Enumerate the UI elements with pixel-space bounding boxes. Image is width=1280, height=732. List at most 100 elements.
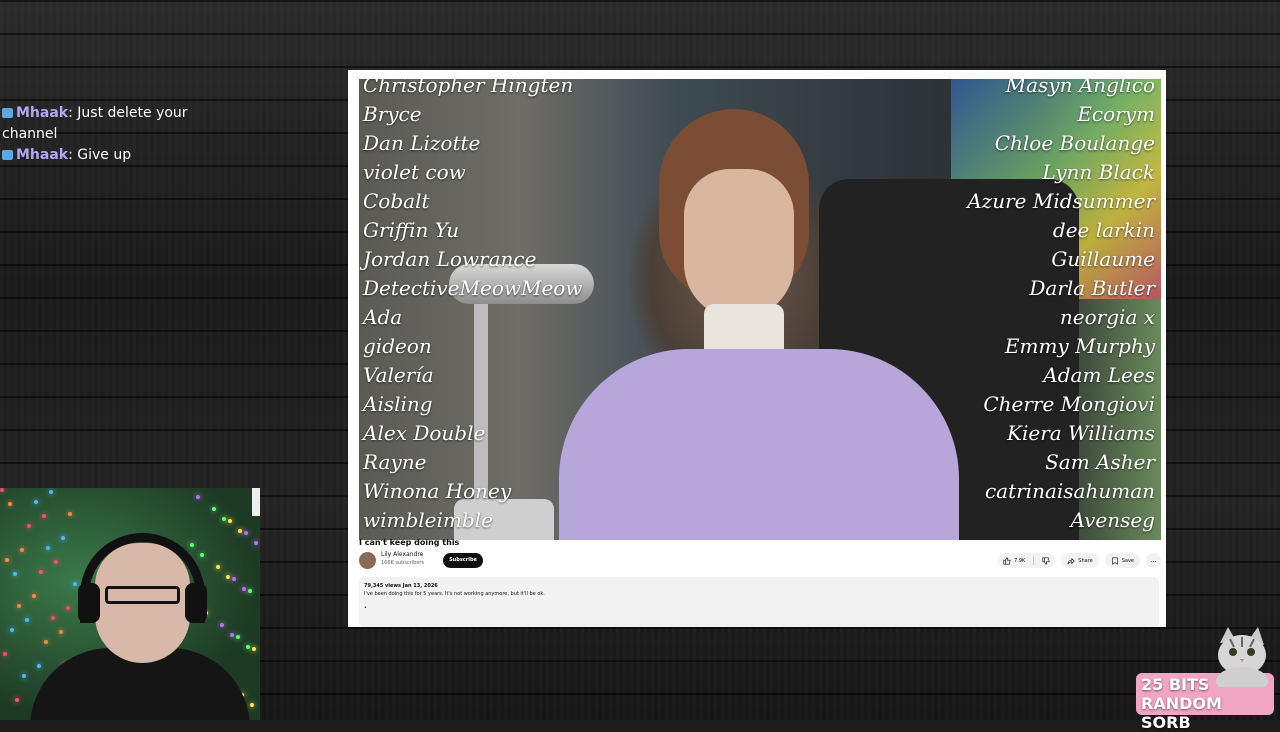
credit-name: Avenseg xyxy=(1070,508,1155,532)
light-bulb xyxy=(5,558,9,562)
divider xyxy=(1033,556,1035,565)
description-bullet: • xyxy=(364,605,367,611)
video-title: I can't keep doing this xyxy=(359,538,460,547)
light-bulb xyxy=(228,519,232,523)
dislike-button[interactable] xyxy=(1037,553,1055,568)
youtube-window: Christopher Hingten Bryce Dan Lizotte vi… xyxy=(348,70,1166,627)
share-icon xyxy=(1067,557,1075,564)
credit-name: Ecorym xyxy=(1077,102,1155,126)
credit-name: violet cow xyxy=(363,160,466,184)
credit-name: Chloe Boulange xyxy=(994,131,1155,155)
light-bulb xyxy=(13,572,17,576)
light-bulb xyxy=(20,548,24,552)
light-bulb xyxy=(22,674,26,678)
light-bulb xyxy=(200,553,204,557)
light-bulb xyxy=(230,633,234,637)
light-bulb xyxy=(242,587,246,591)
credit-name: Adam Lees xyxy=(1043,363,1155,387)
chat-overlay: Mhaak: Just delete your channel Mhaak: G… xyxy=(2,103,242,166)
chat-username: Mhaak xyxy=(16,105,69,121)
bits-username: RANDOM SORB xyxy=(1141,694,1222,732)
credits-left: Christopher Hingten Bryce Dan Lizotte vi… xyxy=(363,79,582,535)
light-bulb xyxy=(25,618,29,622)
credit-name: Kiera Williams xyxy=(1007,421,1155,445)
share-button[interactable]: Share xyxy=(1061,553,1099,568)
light-bulb xyxy=(51,616,55,620)
webcam-edge xyxy=(252,488,260,516)
credit-name: dee larkin xyxy=(1052,218,1155,242)
channel-avatar[interactable] xyxy=(359,552,376,569)
share-label: Share xyxy=(1078,557,1093,564)
light-bulb xyxy=(236,635,240,639)
light-bulb xyxy=(3,652,7,656)
light-bulb xyxy=(220,623,224,627)
save-icon xyxy=(1111,556,1118,565)
light-bulb xyxy=(222,517,226,521)
credit-name: Lynn Black xyxy=(1042,160,1155,184)
light-bulb xyxy=(73,582,77,586)
credit-name: Ada xyxy=(363,305,403,329)
credit-name: Azure Midsummer xyxy=(967,189,1155,213)
light-bulb xyxy=(232,577,236,581)
light-bulb xyxy=(68,512,72,516)
light-bulb xyxy=(32,594,36,598)
glasses xyxy=(105,586,180,604)
light-bulb xyxy=(59,630,63,634)
credit-name: Cobalt xyxy=(363,189,430,213)
light-bulb xyxy=(10,628,14,632)
webcam-feed xyxy=(0,488,260,720)
headphone-ear-right xyxy=(185,583,207,623)
chat-message: Mhaak: Just delete your channel xyxy=(2,103,242,145)
subscribe-button[interactable]: Subscribe xyxy=(443,553,483,568)
credit-name: Masyn Anglico xyxy=(1005,79,1155,97)
like-dislike-group: 7.9K xyxy=(998,553,1056,568)
light-bulb xyxy=(250,703,254,707)
credit-name: gideon xyxy=(363,334,432,358)
credit-name: DetectiveMeowMeow xyxy=(363,276,583,300)
description-box[interactable]: 79,345 views Jan 13, 2026 I've been doin… xyxy=(359,577,1159,627)
subscriber-count: 166K subscribers xyxy=(381,560,425,566)
light-bulb xyxy=(8,502,12,506)
light-bulb xyxy=(34,500,38,504)
light-bulb xyxy=(190,543,194,547)
light-bulb xyxy=(0,488,4,492)
credit-name: catrinaisahuman xyxy=(984,479,1155,503)
channel-info[interactable]: Lily Alexandre 166K subscribers xyxy=(381,551,424,566)
light-bulb xyxy=(46,546,50,550)
credit-name: neorgia x xyxy=(1059,305,1155,329)
credit-name: Sam Asher xyxy=(1045,450,1155,474)
headphone-ear-left xyxy=(78,583,100,623)
channel-row: Lily Alexandre 166K subscribers Subscrib… xyxy=(359,551,1161,573)
chat-username: Mhaak xyxy=(16,147,69,163)
light-bulb xyxy=(238,529,242,533)
like-button[interactable]: 7.9K xyxy=(998,553,1030,568)
credit-name: Christopher Hingten xyxy=(363,79,574,97)
light-bulb xyxy=(49,490,53,494)
credit-name: wimbleimble xyxy=(363,508,493,532)
channel-name[interactable]: Lily Alexandre xyxy=(381,551,423,558)
save-label: Save xyxy=(1121,557,1134,564)
credit-name: Jordan Lowrance xyxy=(363,247,537,271)
credit-name: Winona Honey xyxy=(363,479,512,503)
light-bulb xyxy=(196,495,200,499)
light-bulb xyxy=(216,565,220,569)
credit-name: Cherre Mongiovi xyxy=(983,392,1155,416)
sweater xyxy=(559,349,959,540)
more-options-button[interactable]: ... xyxy=(1146,553,1161,568)
face xyxy=(684,169,794,319)
credit-name: Dan Lizotte xyxy=(363,131,481,155)
light-bulb xyxy=(212,507,216,511)
credits-right: Masyn Anglico Ecorym Chloe Boulange Lynn… xyxy=(967,79,1155,535)
light-bulb xyxy=(37,664,41,668)
light-bulb xyxy=(54,560,58,564)
video-player[interactable]: Christopher Hingten Bryce Dan Lizotte vi… xyxy=(359,79,1161,540)
light-bulb xyxy=(246,645,250,649)
description-text: I've been doing this for 5 years. It's n… xyxy=(364,591,545,597)
cat-mascot-icon xyxy=(1216,627,1268,687)
thumbs-up-icon xyxy=(1003,556,1011,565)
light-bulb xyxy=(244,531,248,535)
light-bulb xyxy=(226,575,230,579)
credit-name: Valería xyxy=(363,363,434,387)
save-button[interactable]: Save xyxy=(1104,553,1140,568)
action-bar: 7.9K Share Save ... xyxy=(998,553,1161,568)
